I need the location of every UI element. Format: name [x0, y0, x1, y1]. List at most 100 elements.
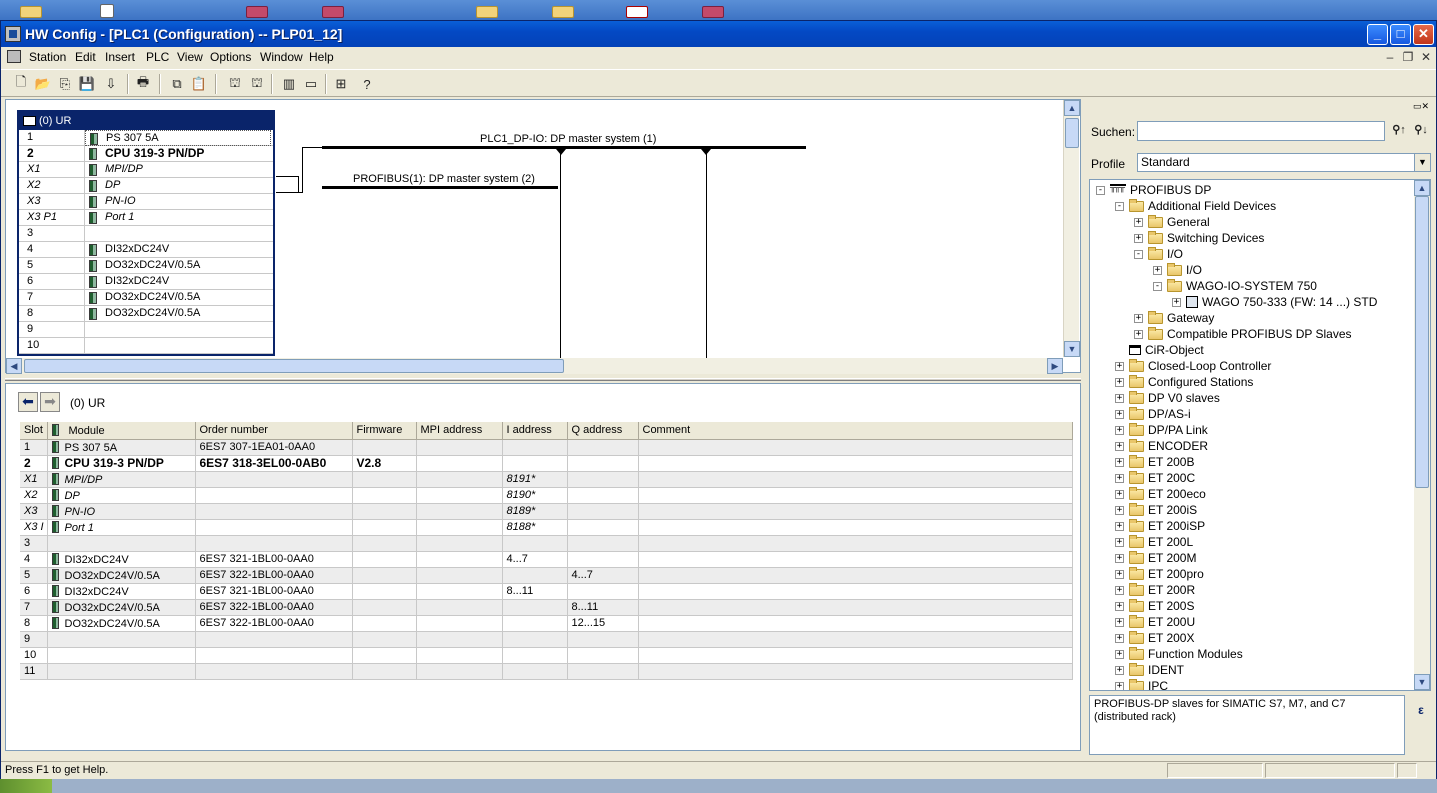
mdi-restore-button[interactable]: ❐	[1400, 50, 1416, 64]
tree-node[interactable]: + Compatible PROFIBUS DP Slaves	[1134, 326, 1352, 342]
tree-node[interactable]: + ET 200iSP	[1115, 518, 1205, 534]
cell-q-address[interactable]: 4...7	[567, 567, 639, 584]
cell-q-address[interactable]	[567, 503, 639, 520]
scroll-up-icon[interactable]: ▲	[1064, 100, 1080, 116]
save-compile-icon[interactable]: ⎘	[55, 74, 75, 94]
cell-q-address[interactable]	[567, 519, 639, 536]
cell-firmware[interactable]	[352, 551, 417, 568]
cell-i-address[interactable]	[502, 663, 568, 680]
dp-master-system-1-label[interactable]: PLC1_DP-IO: DP master system (1)	[480, 133, 656, 145]
cell-slot[interactable]: 11	[20, 663, 48, 680]
cell-i-address[interactable]	[502, 455, 568, 472]
expand-icon[interactable]: +	[1115, 473, 1124, 483]
table-row[interactable]: X1 MPI/DP 8191*	[20, 471, 1073, 488]
cell-module[interactable]: DP	[47, 487, 196, 504]
scroll-thumb[interactable]	[24, 359, 564, 373]
collapse-icon[interactable]: -	[1096, 185, 1105, 195]
tree-node[interactable]: + ET 200L	[1115, 534, 1193, 550]
table-row[interactable]: 9	[20, 631, 1073, 648]
tree-node[interactable]: + ET 200X	[1115, 630, 1194, 646]
cell-order-number[interactable]: 6ES7 307-1EA01-0AA0	[195, 439, 353, 456]
cell-q-address[interactable]	[567, 487, 639, 504]
cell-i-address[interactable]	[502, 567, 568, 584]
cell-q-address[interactable]	[567, 535, 639, 552]
menu-plc[interactable]: PLC	[146, 50, 169, 64]
network-icon[interactable]: ⊞	[331, 74, 351, 94]
cell-module[interactable]	[47, 535, 196, 552]
column-header-mpi-address[interactable]: MPI address	[416, 422, 503, 440]
catalog-window-buttons[interactable]: ▭✕	[1413, 101, 1429, 112]
cell-i-address[interactable]	[502, 647, 568, 664]
pane-splitter[interactable]	[5, 378, 1081, 381]
tree-node[interactable]: + ET 200R	[1115, 582, 1195, 598]
expand-icon[interactable]: +	[1115, 681, 1124, 690]
cell-module[interactable]: MPI/DP	[47, 471, 196, 488]
cell-mpi-address[interactable]	[416, 647, 503, 664]
download-icon[interactable]: ⇩	[101, 74, 121, 94]
cell-mpi-address[interactable]	[416, 487, 503, 504]
tree-node[interactable]: CiR-Object	[1115, 342, 1204, 358]
tree-node[interactable]: + Gateway	[1134, 310, 1214, 326]
menu-insert[interactable]: Insert	[105, 50, 135, 64]
tree-node[interactable]: - Additional Field Devices	[1115, 198, 1276, 214]
cell-module[interactable]: DO32xDC24V/0.5A	[47, 599, 196, 616]
rack-ur[interactable]: (0) UR 1 PS 307 5A 2 CPU 319-3 PN/DP X1 MPI…	[17, 110, 275, 356]
tree-node[interactable]: + ET 200M	[1115, 550, 1196, 566]
expand-icon[interactable]: +	[1115, 537, 1124, 547]
folder-icon[interactable]	[552, 6, 574, 18]
expand-icon[interactable]: +	[1115, 585, 1124, 595]
cell-firmware[interactable]	[352, 583, 417, 600]
menu-window[interactable]: Window	[260, 50, 303, 64]
cell-i-address[interactable]	[502, 631, 568, 648]
cell-comment[interactable]	[638, 647, 1073, 664]
column-header-module[interactable]: Module	[47, 422, 196, 440]
expand-icon[interactable]: +	[1115, 617, 1124, 627]
cell-slot[interactable]: 9	[20, 631, 48, 648]
cell-i-address[interactable]: 8189*	[502, 503, 568, 520]
tree-node[interactable]: + DP/AS-i	[1115, 406, 1191, 422]
cell-module[interactable]: PN-IO	[47, 503, 196, 520]
catalog-vertical-scrollbar[interactable]: ▲ ▼	[1414, 180, 1430, 690]
cell-module[interactable]: Port 1	[47, 519, 196, 536]
tree-node[interactable]: + ET 200B	[1115, 454, 1194, 470]
column-header-order-number[interactable]: Order number	[195, 422, 353, 440]
column-header-i-address[interactable]: I address	[502, 422, 568, 440]
dp-master-system-2-bus[interactable]	[322, 186, 558, 189]
menu-help[interactable]: Help	[309, 50, 334, 64]
tree-node[interactable]: + ENCODER	[1115, 438, 1208, 454]
table-row[interactable]: 5 DO32xDC24V/0.5A 6ES7 322-1BL00-0AA0 4...7	[20, 567, 1073, 584]
chevron-down-icon[interactable]: ▼	[1414, 154, 1430, 171]
cell-order-number[interactable]	[195, 471, 353, 488]
expand-icon[interactable]: +	[1153, 265, 1162, 275]
cell-mpi-address[interactable]	[416, 519, 503, 536]
cell-mpi-address[interactable]	[416, 455, 503, 472]
expand-icon[interactable]: +	[1115, 665, 1124, 675]
cell-q-address[interactable]	[567, 647, 639, 664]
cell-module[interactable]: DI32xDC24V	[47, 551, 196, 568]
cell-comment[interactable]	[638, 455, 1073, 472]
cell-firmware[interactable]	[352, 631, 417, 648]
print-icon[interactable]: 🖶	[133, 74, 153, 94]
cell-comment[interactable]	[638, 663, 1073, 680]
rack-row[interactable]: 10	[19, 338, 273, 354]
scroll-up-icon[interactable]: ▲	[1414, 180, 1430, 196]
cell-order-number[interactable]	[195, 663, 353, 680]
cell-comment[interactable]	[638, 583, 1073, 600]
title-bar[interactable]: HW Config - [PLC1 (Configuration) -- PLP…	[1, 21, 1436, 47]
scroll-right-icon[interactable]: ▶	[1047, 358, 1063, 374]
cell-firmware[interactable]: V2.8	[352, 455, 417, 472]
expand-icon[interactable]: +	[1115, 393, 1124, 403]
cell-comment[interactable]	[638, 535, 1073, 552]
table-row[interactable]: 10	[20, 647, 1073, 664]
cell-firmware[interactable]	[352, 615, 417, 632]
mdi-minimize-button[interactable]: –	[1382, 50, 1398, 64]
cell-order-number[interactable]: 6ES7 318-3EL00-0AB0	[195, 455, 353, 472]
column-header-slot[interactable]: Slot	[20, 422, 48, 440]
table-row[interactable]: X2 DP 8190*	[20, 487, 1073, 504]
cell-slot[interactable]: X3	[20, 503, 48, 520]
minimize-button[interactable]: _	[1367, 24, 1388, 45]
tree-node[interactable]: + IDENT	[1115, 662, 1184, 678]
cell-module[interactable]: PS 307 5A	[47, 439, 196, 456]
rack-row[interactable]: X2 DP	[19, 178, 273, 194]
table-row[interactable]: 1 PS 307 5A 6ES7 307-1EA01-0AA0	[20, 439, 1073, 456]
